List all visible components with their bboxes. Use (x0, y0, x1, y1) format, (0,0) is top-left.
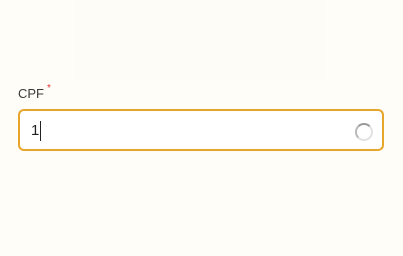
cpf-field: CPF * 1 (18, 84, 384, 151)
loading-spinner-icon (355, 123, 373, 141)
background-panel (74, 0, 326, 80)
cpf-input-value: 1 (31, 122, 40, 139)
cpf-label: CPF (18, 86, 44, 101)
cpf-label-row: CPF * (18, 84, 384, 104)
required-asterisk: * (47, 83, 51, 94)
text-caret (40, 121, 41, 141)
cpf-input[interactable]: 1 (18, 109, 384, 151)
